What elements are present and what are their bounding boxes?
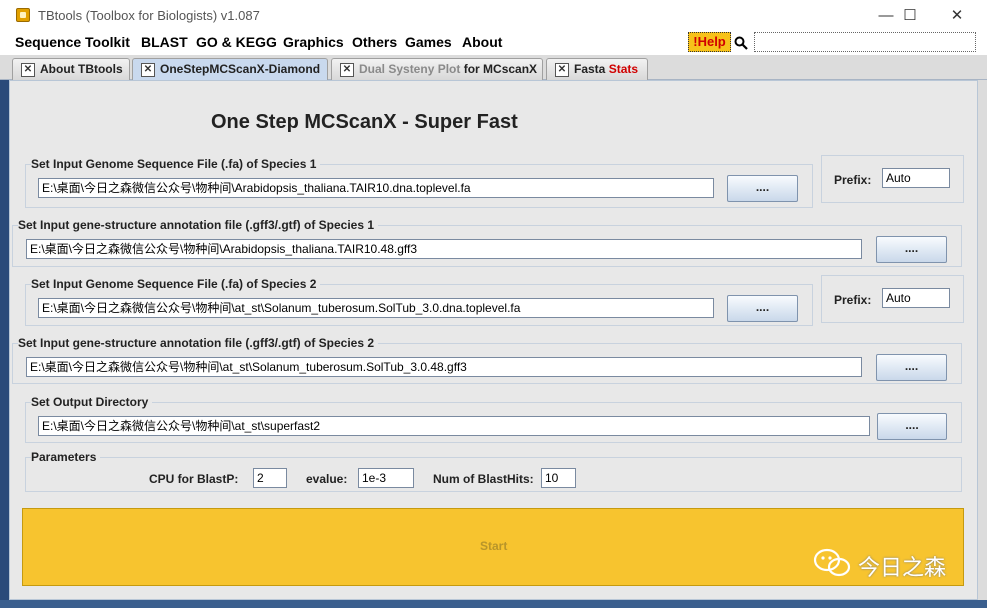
gff2-browse-button[interactable]: .... xyxy=(876,354,947,381)
desktop-background-bottom xyxy=(0,600,987,608)
window-title: TBtools (Toolbox for Biologists) v1.087 xyxy=(38,8,260,23)
genome1-path-field[interactable]: E:\桌面\今日之森微信公众号\物种间\Arabidopsis_thaliana… xyxy=(38,178,714,198)
prefix2-input[interactable]: Auto xyxy=(882,288,950,308)
tab-close-icon[interactable]: ✕ xyxy=(555,63,569,77)
evalue-label: evalue: xyxy=(306,472,348,486)
search-icon[interactable] xyxy=(734,36,748,50)
maximize-button[interactable]: ☐ xyxy=(887,0,933,31)
gff2-label: Set Input gene-structure annotation file… xyxy=(18,336,379,350)
menu-graphics[interactable]: Graphics xyxy=(283,34,344,50)
tab-fasta-stats[interactable]: ✕ Fasta Stats xyxy=(546,58,648,80)
menu-about[interactable]: About xyxy=(462,34,502,50)
help-button[interactable]: !Help xyxy=(688,32,731,52)
gff1-path-field[interactable]: E:\桌面\今日之森微信公众号\物种间\Arabidopsis_thaliana… xyxy=(26,239,862,259)
tab-dual-systeny-plot[interactable]: ✕ Dual Systeny Plot for MCscanX xyxy=(331,58,543,80)
tab-label: Fasta Stats xyxy=(574,62,638,76)
prefix1-label: Prefix: xyxy=(834,173,872,187)
tab-about-tbtools[interactable]: ✕ About TBtools xyxy=(12,58,130,80)
wechat-icon xyxy=(813,548,851,577)
tab-label-rest: for MCscanX xyxy=(460,62,538,76)
start-button-label: Start xyxy=(480,539,508,553)
gff2-path-field[interactable]: E:\桌面\今日之森微信公众号\物种间\at_st\Solanum_tubero… xyxy=(26,357,862,377)
search-input[interactable] xyxy=(754,32,976,52)
close-button[interactable]: ✕ xyxy=(934,0,980,31)
tab-onestep-mcscanx[interactable]: ✕ OneStepMCScanX-Diamond xyxy=(132,58,328,80)
output-label: Set Output Directory xyxy=(31,395,153,409)
tab-label-stats: Stats xyxy=(608,62,639,76)
prefix2-label: Prefix: xyxy=(834,293,872,307)
menu-blast[interactable]: BLAST xyxy=(141,34,188,50)
output-browse-button[interactable]: .... xyxy=(877,413,947,440)
blasthits-input[interactable]: 10 xyxy=(541,468,576,488)
app-icon xyxy=(16,8,30,22)
genome2-browse-button[interactable]: .... xyxy=(727,295,798,322)
tab-label: Dual Systeny Plot for MCscanX xyxy=(359,62,537,76)
gff1-label: Set Input gene-structure annotation file… xyxy=(18,218,379,232)
genome1-label: Set Input Genome Sequence File (.fa) of … xyxy=(31,157,321,171)
blasthits-label: Num of BlastHits: xyxy=(433,472,534,486)
genome2-path-field[interactable]: E:\桌面\今日之森微信公众号\物种间\at_st\Solanum_tubero… xyxy=(38,298,714,318)
menu-go-kegg[interactable]: GO & KEGG xyxy=(196,34,277,50)
watermark-text: 今日之森 xyxy=(858,555,947,580)
page-title: One Step MCScanX - Super Fast xyxy=(211,111,518,133)
genome2-label: Set Input Genome Sequence File (.fa) of … xyxy=(31,277,321,291)
tab-close-icon[interactable]: ✕ xyxy=(340,63,354,77)
evalue-input[interactable]: 1e-3 xyxy=(358,468,414,488)
output-path-field[interactable]: E:\桌面\今日之森微信公众号\物种间\at_st\superfast2 xyxy=(38,416,870,436)
parameters-label: Parameters xyxy=(31,450,101,464)
gff1-browse-button[interactable]: .... xyxy=(876,236,947,263)
tab-label: About TBtools xyxy=(40,62,123,76)
tab-label-grey: Dual Systeny Plot xyxy=(359,62,461,76)
genome1-browse-button[interactable]: .... xyxy=(727,175,798,202)
menu-sequence-toolkit[interactable]: Sequence Toolkit xyxy=(15,34,130,50)
cpu-input[interactable]: 2 xyxy=(253,468,287,488)
menu-others[interactable]: Others xyxy=(352,34,397,50)
tab-close-icon[interactable]: ✕ xyxy=(21,63,35,77)
desktop-background xyxy=(0,80,9,608)
cpu-label: CPU for BlastP: xyxy=(149,472,239,486)
tab-close-icon[interactable]: ✕ xyxy=(141,63,155,77)
tab-label-fasta: Fasta xyxy=(574,62,609,76)
prefix1-input[interactable]: Auto xyxy=(882,168,950,188)
tab-label: OneStepMCScanX-Diamond xyxy=(160,62,321,76)
menu-games[interactable]: Games xyxy=(405,34,452,50)
